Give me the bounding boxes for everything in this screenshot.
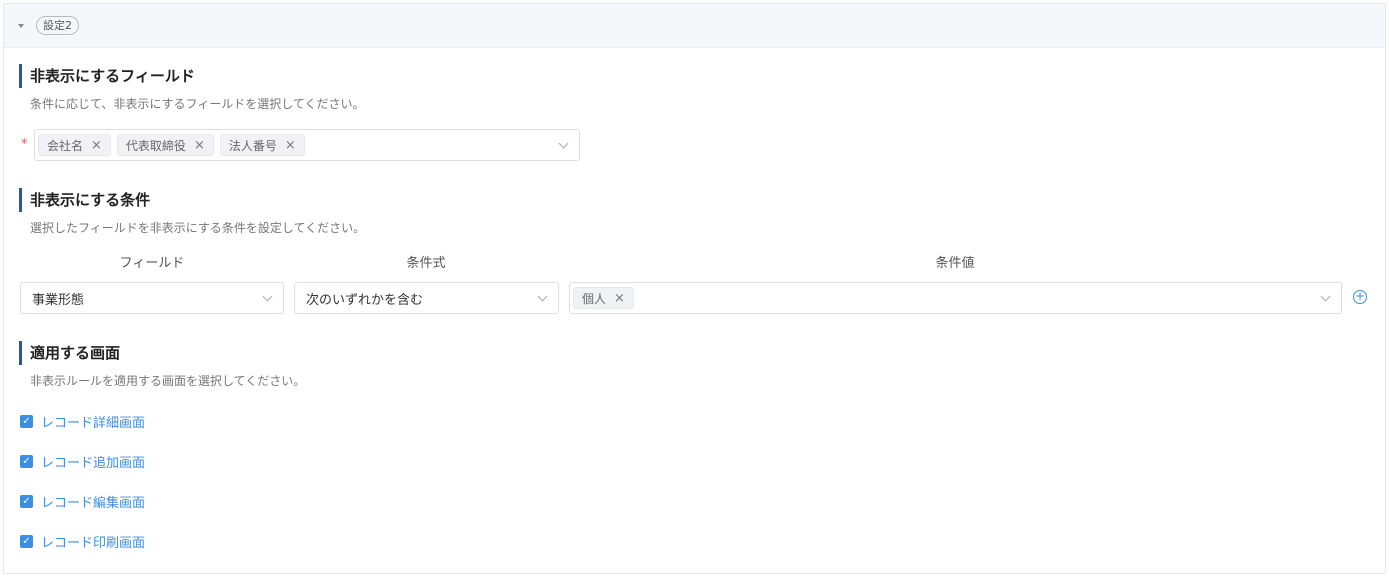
section-title-apply-screens: 適用する画面 [19, 341, 120, 365]
chip-remove-icon[interactable]: × [194, 139, 205, 152]
chip-remove-icon[interactable]: × [614, 292, 625, 305]
hide-fields-select[interactable]: 会社名 × 代表取締役 × 法人番号 × [34, 129, 580, 161]
section-desc-hide-fields: 条件に応じて、非表示にするフィールドを選択してください。 [30, 97, 365, 111]
panel-header[interactable]: 設定2 [4, 4, 1385, 48]
checkbox-add-screen[interactable]: ✓ レコード追加画面 [20, 452, 145, 471]
chip-remove-icon[interactable]: × [285, 139, 296, 152]
column-header-field: フィールド [119, 256, 185, 271]
checkbox-checked-icon[interactable]: ✓ [20, 495, 33, 508]
selected-field-chip: 代表取締役 × [116, 134, 214, 156]
settings-badge: 設定2 [36, 16, 79, 35]
chip-label: 代表取締役 [125, 138, 186, 153]
chip-label: 会社名 [47, 138, 84, 153]
chevron-down-icon[interactable] [262, 291, 273, 302]
chevron-down-icon[interactable] [558, 138, 569, 149]
chip-remove-icon[interactable]: × [91, 139, 102, 152]
checkbox-label[interactable]: レコード編集画面 [41, 492, 145, 511]
condition-operator-value: 次のいずれかを含む [306, 292, 424, 308]
section-title-hide-fields: 非表示にするフィールド [19, 64, 195, 88]
checkbox-print-screen[interactable]: ✓ レコード印刷画面 [20, 532, 145, 551]
chip-label: 個人 [582, 291, 607, 306]
checkbox-label[interactable]: レコード印刷画面 [41, 532, 145, 551]
chevron-down-icon[interactable] [1320, 291, 1331, 302]
collapse-caret-icon[interactable] [18, 23, 24, 28]
condition-field-select[interactable]: 事業形態 [20, 282, 284, 314]
checkbox-checked-icon[interactable]: ✓ [20, 455, 33, 468]
section-desc-apply-screens: 非表示ルールを適用する画面を選択してください。 [30, 374, 306, 388]
section-desc-hide-condition: 選択したフィールドを非表示にする条件を設定してください。 [30, 221, 366, 235]
checkbox-detail-screen[interactable]: ✓ レコード詳細画面 [20, 412, 145, 431]
checkbox-label[interactable]: レコード詳細画面 [41, 412, 145, 431]
condition-operator-select[interactable]: 次のいずれかを含む [294, 282, 559, 314]
condition-field-value: 事業形態 [32, 292, 85, 308]
section-title-hide-condition: 非表示にする条件 [19, 188, 150, 212]
column-header-value: 条件値 [935, 256, 975, 271]
add-condition-icon[interactable]: + [1353, 290, 1367, 304]
condition-value-select[interactable]: 個人 × [569, 282, 1342, 314]
selected-field-chip: 法人番号 × [219, 134, 305, 156]
checkbox-label[interactable]: レコード追加画面 [41, 452, 145, 471]
checkbox-checked-icon[interactable]: ✓ [20, 415, 33, 428]
chip-label: 法人番号 [228, 138, 277, 153]
column-header-operator: 条件式 [406, 256, 446, 271]
checkbox-edit-screen[interactable]: ✓ レコード編集画面 [20, 492, 145, 511]
chevron-down-icon[interactable] [537, 291, 548, 302]
selected-field-chip: 会社名 × [38, 134, 111, 156]
checkbox-checked-icon[interactable]: ✓ [20, 535, 33, 548]
required-mark: * [21, 137, 28, 152]
condition-value-chip: 個人 × [573, 287, 634, 309]
settings-panel: 設定2 非表示にするフィールド 条件に応じて、非表示にするフィールドを選択してく… [3, 3, 1386, 574]
